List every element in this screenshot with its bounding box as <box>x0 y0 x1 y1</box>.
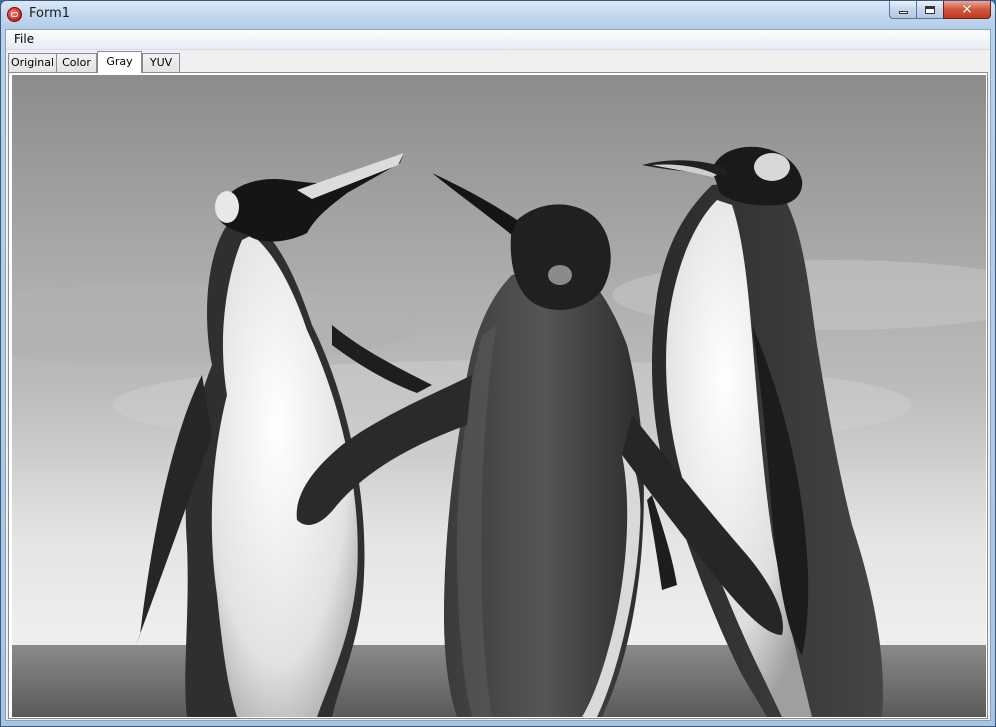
maximize-icon <box>925 5 935 14</box>
tab-page-gray <box>8 72 988 719</box>
minimize-icon <box>898 10 908 14</box>
tab-gray[interactable]: Gray <box>97 51 142 73</box>
menu-file[interactable]: File <box>10 31 38 48</box>
app-icon[interactable] <box>7 7 22 22</box>
menu-bar: File <box>6 30 990 50</box>
tab-original[interactable]: Original <box>8 53 57 72</box>
close-button[interactable]: ✕ <box>943 1 991 19</box>
maximize-button[interactable] <box>916 1 943 19</box>
tab-strip: Original Color Gray YUV <box>8 51 990 73</box>
window-title: Form1 <box>29 6 71 21</box>
tab-color[interactable]: Color <box>56 53 97 72</box>
picture-box[interactable] <box>12 75 986 717</box>
main-window: Form1 ✕ File Original Color Gray YUV <box>0 0 996 727</box>
caption-buttons: ✕ <box>889 1 991 20</box>
tab-yuv[interactable]: YUV <box>142 53 180 72</box>
client-area: File Original Color Gray YUV <box>5 29 991 721</box>
minimize-button[interactable] <box>889 1 916 19</box>
close-icon: ✕ <box>961 1 973 18</box>
penguins-image <box>12 75 986 717</box>
title-bar[interactable]: Form1 ✕ <box>1 1 995 29</box>
